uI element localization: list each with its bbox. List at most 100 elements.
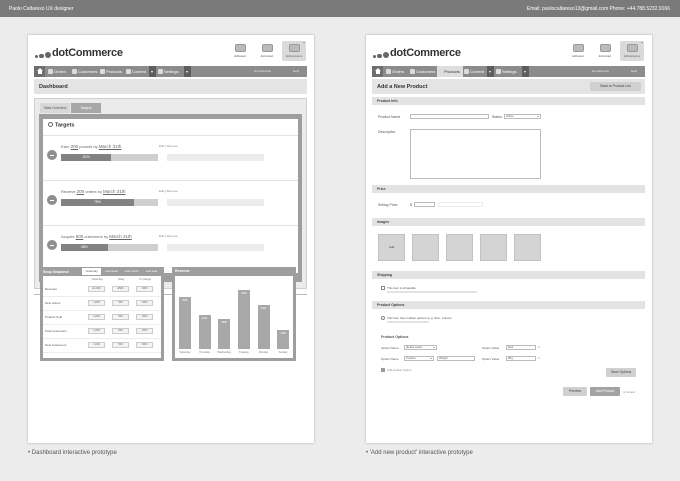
row-divider xyxy=(43,324,161,325)
app-label: dotContact xyxy=(260,55,274,58)
logo-text: dotCommerce xyxy=(390,47,461,59)
nav-settings[interactable]: Settings xyxy=(157,66,184,77)
shop-snapshot-panel: Shop Snapshot Yesterday Last week Last mont… xyxy=(40,267,164,361)
progress-fill: 48% xyxy=(61,244,108,251)
option-value-input-2[interactable]: 2Kg xyxy=(506,356,536,361)
add-product-label: Add Product xyxy=(595,389,615,393)
preview-button[interactable]: Preview xyxy=(563,387,587,396)
tab-targets[interactable]: Targets xyxy=(71,103,101,113)
add-image-button[interactable]: Add xyxy=(378,234,405,261)
target-amount[interactable]: 200 xyxy=(77,189,85,194)
app-dotkeeper[interactable]: dotKeeper xyxy=(566,41,590,61)
app-dotcontact[interactable]: dotContact xyxy=(593,41,617,61)
minus-icon[interactable] xyxy=(47,195,57,205)
nav-customers[interactable]: Customers xyxy=(409,66,437,77)
target-progress-bar: 52% xyxy=(61,154,158,161)
add-option-icon[interactable] xyxy=(381,368,385,372)
revenue-bar: 400k xyxy=(237,289,250,349)
app-dotkeeper[interactable]: dotKeeper xyxy=(228,41,252,61)
extra-price-input xyxy=(438,202,483,207)
settings-icon xyxy=(496,69,501,74)
user-menu[interactable]: Hi username xyxy=(592,66,609,77)
shipping-note xyxy=(387,291,477,293)
help-link[interactable]: Help xyxy=(293,66,299,77)
app-label: dotCommerce xyxy=(623,55,641,58)
nav-label: Settings xyxy=(164,69,179,74)
bar-value-label: 200k xyxy=(221,321,227,325)
app-dotcontact[interactable]: dotContact xyxy=(255,41,279,61)
minus-icon[interactable] xyxy=(47,150,57,160)
row-label: Product Sold xyxy=(45,315,63,319)
target-amount[interactable]: 200 xyxy=(71,144,79,149)
nav-content[interactable]: Content xyxy=(125,66,149,77)
customers-icon xyxy=(410,69,415,74)
option-name-select-1[interactable]: please select xyxy=(404,345,437,350)
customers-icon xyxy=(72,69,77,74)
snapshot-tab-yesterday[interactable]: Yesterday xyxy=(82,268,101,275)
custom-option-input[interactable]: Weight xyxy=(437,356,475,361)
dotkeeper-icon xyxy=(573,44,584,52)
save-options-button[interactable]: Save Options xyxy=(606,368,636,377)
image-slot[interactable] xyxy=(412,234,439,261)
add-option-link[interactable]: Add another Option xyxy=(387,368,411,372)
snapshot-tab-last-month[interactable]: Last month xyxy=(122,268,141,275)
status-select[interactable]: Active xyxy=(504,114,541,119)
minus-icon[interactable] xyxy=(47,240,57,250)
target-date[interactable]: March 31th xyxy=(99,144,122,149)
snapshot-tab-last-year[interactable]: Last year xyxy=(142,268,161,275)
selling-price-input[interactable] xyxy=(414,202,435,207)
chevron-down-icon[interactable] xyxy=(522,66,529,77)
shipping-section: Shipping xyxy=(372,271,645,279)
edit-remove-link[interactable]: Edit | Remove xyxy=(159,189,178,193)
app-switcher: dotKeeper dotContact dotCommerce xyxy=(228,41,308,63)
nav-products[interactable]: Products xyxy=(437,66,463,77)
user-menu[interactable]: Hi username xyxy=(254,66,271,77)
home-icon[interactable] xyxy=(372,66,383,77)
nav-orders[interactable]: Orders xyxy=(385,66,409,77)
option-name-value: please select xyxy=(406,345,423,349)
add-product-button[interactable]: Add Product xyxy=(590,387,620,396)
revenue-bar: 200k xyxy=(218,319,231,349)
value-cell: 1,000 xyxy=(88,342,105,348)
app-dotcommerce[interactable]: dotCommerce xyxy=(620,41,644,61)
nav-customers[interactable]: Customers xyxy=(71,66,99,77)
chevron-down-icon[interactable] xyxy=(487,66,494,77)
image-slot[interactable] xyxy=(514,234,541,261)
collapse-icon[interactable] xyxy=(48,122,53,127)
product-name-input[interactable] xyxy=(410,114,489,119)
edit-remove-link[interactable]: Edit | Remove xyxy=(159,234,178,238)
image-slot[interactable] xyxy=(446,234,473,261)
option-value-input-1[interactable]: Red xyxy=(506,345,536,350)
edit-remove-link[interactable]: Edit | Remove xyxy=(159,144,178,148)
help-link[interactable]: Help xyxy=(631,66,637,77)
back-to-list-button[interactable]: Back to Product List xyxy=(590,82,641,91)
target-date[interactable]: March 31th xyxy=(109,234,132,239)
nav-content[interactable]: Content xyxy=(463,66,487,77)
tab-stats-overview[interactable]: Stats Overview xyxy=(40,103,70,113)
target-date[interactable]: March 31th xyxy=(103,189,126,194)
image-slot[interactable] xyxy=(480,234,507,261)
chevron-down-icon[interactable] xyxy=(149,66,156,77)
column-header: % Change xyxy=(138,278,152,281)
option-name-select-2[interactable]: Custom xyxy=(404,356,434,361)
nav-settings[interactable]: Settings xyxy=(495,66,522,77)
remove-option-2[interactable]: × xyxy=(538,356,540,360)
multiple-options-radio[interactable] xyxy=(381,316,385,320)
products-icon xyxy=(100,69,105,74)
top-bar: Paolo Caltareso UX designer Email: paolo… xyxy=(0,0,680,17)
target-amount[interactable]: 500 xyxy=(76,234,84,239)
snapshot-tab-last-week[interactable]: Last week xyxy=(102,268,121,275)
nav-orders[interactable]: Orders xyxy=(47,66,71,77)
home-icon[interactable] xyxy=(34,66,45,77)
dotkeeper-icon xyxy=(235,44,246,52)
chevron-down-icon[interactable] xyxy=(184,66,191,77)
page-header: Add a New Product Back to Product List xyxy=(372,79,645,94)
nav-label: Content xyxy=(470,69,485,74)
description-textarea[interactable] xyxy=(410,129,541,179)
cancel-link[interactable]: or Cancel xyxy=(623,390,635,394)
nav-products[interactable]: Products xyxy=(99,66,125,77)
remove-option-1[interactable]: × xyxy=(538,345,540,349)
nav-label: Products xyxy=(106,69,122,74)
shippable-checkbox[interactable] xyxy=(381,286,385,290)
app-dotcommerce[interactable]: dotCommerce xyxy=(282,41,306,61)
